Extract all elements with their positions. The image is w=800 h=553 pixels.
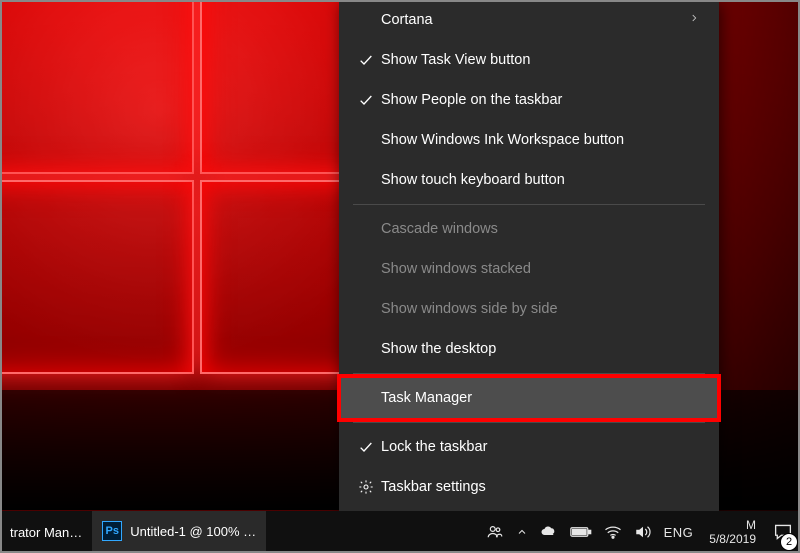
menu-item-label: Show Windows Ink Workspace button [381, 132, 699, 148]
taskbar[interactable]: trator Man… Ps Untitled-1 @ 100% … [0, 511, 800, 553]
people-icon[interactable] [486, 523, 504, 541]
menu-separator [353, 373, 705, 374]
notification-badge: 2 [780, 533, 798, 551]
wifi-icon[interactable] [604, 525, 622, 539]
menu-item-label: Show People on the taskbar [381, 92, 699, 108]
gear-icon [351, 479, 381, 495]
taskbar-context-menu: Cortana Show Task View button Show People … [339, 0, 719, 525]
menu-item-label: Cascade windows [381, 221, 699, 237]
menu-item-label: Show the desktop [381, 341, 699, 357]
battery-icon[interactable] [570, 526, 592, 538]
menu-item-label: Show windows side by side [381, 301, 699, 317]
check-icon [351, 52, 381, 68]
taskbar-spacer [266, 511, 479, 553]
menu-item-side-by-side: Show windows side by side [339, 289, 719, 329]
menu-item-show-ink[interactable]: Show Windows Ink Workspace button [339, 120, 719, 160]
language-indicator[interactable]: ENG [664, 525, 694, 540]
menu-item-label: Lock the taskbar [381, 439, 699, 455]
menu-item-cortana[interactable]: Cortana [339, 0, 719, 40]
menu-item-show-touch-kb[interactable]: Show touch keyboard button [339, 160, 719, 200]
menu-item-show-desktop[interactable]: Show the desktop [339, 329, 719, 369]
menu-item-label: Show Task View button [381, 52, 699, 68]
menu-separator [353, 422, 705, 423]
menu-item-label: Taskbar settings [381, 479, 699, 495]
action-center-button[interactable]: 2 [766, 511, 800, 553]
system-tray[interactable]: ENG M 5/8/2019 [480, 511, 766, 553]
clock-time: M [709, 518, 756, 532]
clock-date: 5/8/2019 [709, 532, 756, 546]
wallpaper-shape [0, 0, 194, 174]
menu-item-taskbar-settings[interactable]: Taskbar settings [339, 467, 719, 507]
menu-separator [353, 204, 705, 205]
menu-item-cascade: Cascade windows [339, 209, 719, 249]
volume-icon[interactable] [634, 524, 652, 540]
wallpaper-shape [0, 180, 194, 374]
chevron-right-icon [689, 11, 699, 30]
onedrive-icon[interactable] [540, 525, 558, 539]
menu-item-show-task-view[interactable]: Show Task View button [339, 40, 719, 80]
taskbar-app-illustrator[interactable]: trator Man… [0, 511, 92, 553]
photoshop-icon: Ps [102, 521, 122, 541]
taskbar-app-label: Untitled-1 @ 100% … [130, 524, 256, 539]
check-icon [351, 439, 381, 455]
menu-item-label: Show windows stacked [381, 261, 699, 277]
menu-item-show-people[interactable]: Show People on the taskbar [339, 80, 719, 120]
tray-chevron-up-icon[interactable] [516, 526, 528, 538]
menu-item-stacked: Show windows stacked [339, 249, 719, 289]
check-icon [351, 92, 381, 108]
menu-item-label: Show touch keyboard button [381, 172, 699, 188]
menu-item-label: Task Manager [381, 390, 699, 406]
taskbar-app-label: trator Man… [10, 525, 82, 540]
clock[interactable]: M 5/8/2019 [705, 518, 760, 546]
menu-item-task-manager[interactable]: Task Manager [339, 378, 719, 418]
menu-item-label: Cortana [381, 12, 689, 28]
menu-item-lock-taskbar[interactable]: Lock the taskbar [339, 427, 719, 467]
taskbar-app-photoshop[interactable]: Ps Untitled-1 @ 100% … [92, 511, 266, 553]
